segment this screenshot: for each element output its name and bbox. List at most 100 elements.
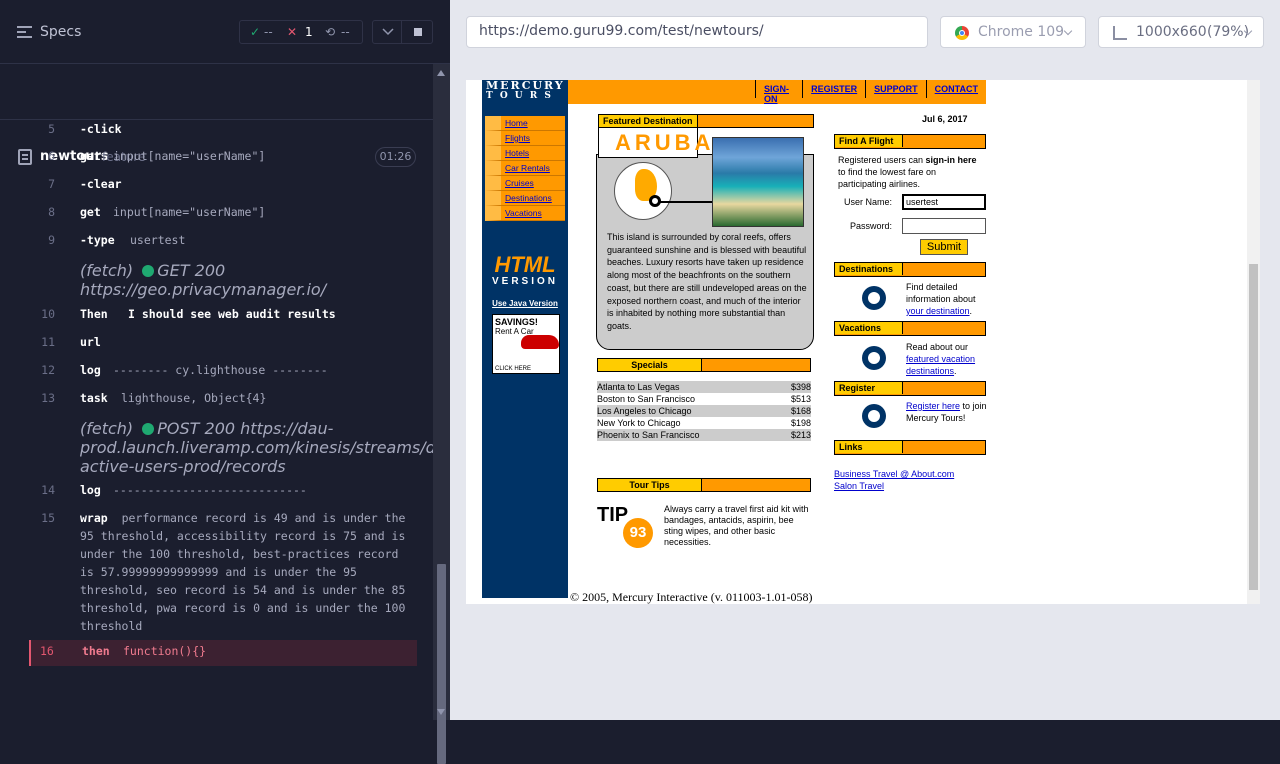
passed-count: -- — [264, 25, 273, 39]
viewport-selector[interactable]: 1000x660 (79%) — [1098, 16, 1264, 48]
savings-click: CLICK HERE — [495, 366, 532, 372]
fetch-log-row[interactable]: (fetch) GET 200 https://geo.privacymanag… — [80, 261, 415, 299]
side-link-flights[interactable]: Flights — [485, 131, 565, 146]
html-word: HTML — [494, 252, 556, 277]
scrollbar-thumb[interactable] — [437, 564, 446, 764]
stop-button[interactable] — [401, 20, 433, 44]
sun-icon — [862, 346, 886, 370]
tip-word: TIP — [597, 504, 629, 526]
find-text-b: sign-in here — [925, 155, 977, 165]
globe-icon — [614, 162, 672, 220]
specs-label[interactable]: Specs — [40, 24, 81, 40]
nav-register-link[interactable]: REGISTER — [802, 80, 865, 98]
route: Boston to San Francisco — [597, 394, 696, 404]
links-header: Links — [834, 440, 986, 455]
mercury-tours-page: MERCURY T O U R S SIGN-ON REGISTER SUPPO… — [482, 80, 987, 604]
username-label: User Name: — [844, 197, 893, 207]
command-arg: lighthouse, Object{4} — [121, 391, 267, 405]
java-version-link[interactable]: Use Java Version — [492, 299, 558, 308]
register-header: Register — [834, 381, 986, 396]
line-number: 16 — [40, 644, 54, 658]
url-field[interactable]: https://demo.guru99.com/test/newtours/ — [466, 16, 928, 48]
command-name: -click — [80, 122, 122, 136]
page-date: Jul 6, 2017 — [922, 114, 968, 124]
destinations-link[interactable]: your destination — [906, 306, 970, 316]
app-preview-panel: https://demo.guru99.com/test/newtours/ C… — [450, 0, 1280, 720]
side-link-car-rentals[interactable]: Car Rentals — [485, 161, 565, 176]
side-link-cruises[interactable]: Cruises — [485, 176, 565, 191]
command-arg: ---------------------------- — [113, 483, 307, 497]
specials-table: Atlanta to Las Vegas $398 Boston to San F… — [597, 381, 811, 441]
application-frame: MERCURY T O U R S SIGN-ON REGISTER SUPPO… — [466, 80, 1260, 604]
line-number: 7 — [48, 177, 55, 191]
viewport-zoom: (79%) — [1207, 24, 1250, 40]
browser-selector[interactable]: Chrome 109 — [940, 16, 1086, 48]
fetch-url: https://dau-prod.launch.liveramp.com/kin… — [80, 419, 433, 476]
price: $398 — [790, 382, 811, 392]
scroll-up-icon[interactable] — [437, 70, 445, 76]
password-label: Password: — [850, 221, 893, 231]
salon-travel-link[interactable]: Salon Travel — [834, 480, 884, 492]
price: $198 — [790, 418, 811, 428]
destinations-title: Destinations — [835, 263, 903, 275]
scroll-down-icon[interactable] — [437, 709, 445, 715]
route: Los Angeles to Chicago — [597, 406, 692, 416]
line-number: 9 — [48, 233, 55, 247]
globe-icon — [862, 286, 886, 310]
fetch-status: POST 200 — [157, 419, 236, 438]
find-title: Find A Flight — [835, 135, 903, 147]
stop-icon — [414, 28, 422, 36]
nav-support-link[interactable]: SUPPORT — [865, 80, 926, 98]
browser-label: Chrome 109 — [978, 24, 1065, 40]
password-input[interactable] — [902, 218, 986, 234]
nav-contact-link[interactable]: CONTACT — [925, 80, 986, 98]
wrap-command-text: wrap performance record is 49 and is und… — [80, 509, 415, 635]
chevron-down-icon — [1063, 26, 1073, 36]
find-flight-text: Registered users can sign-in here to fin… — [838, 154, 986, 190]
side-link-hotels[interactable]: Hotels — [485, 146, 565, 161]
destinations-text: Find detailed information about your des… — [906, 282, 976, 316]
command-list: 5 -click 6 get input[name="userName"] 7 … — [0, 120, 433, 680]
side-link-home[interactable]: Home — [485, 116, 565, 131]
table-row: Boston to San Francisco $513 — [597, 393, 811, 405]
register-link[interactable]: Register here — [906, 401, 960, 411]
nav-sign-on-link[interactable]: SIGN-ON — [755, 80, 802, 104]
command-name: wrap — [80, 511, 108, 525]
specials-header: Specials — [597, 358, 811, 372]
featured-title: Featured Destination — [599, 115, 698, 127]
tour-tips-header: Tour Tips — [597, 478, 811, 492]
command-name: get — [80, 149, 101, 163]
top-nav: SIGN-ON REGISTER SUPPORT CONTACT — [568, 80, 986, 104]
business-travel-link[interactable]: Business Travel @ About.com — [834, 468, 954, 480]
submit-button[interactable]: Submit — [920, 239, 968, 255]
fetch-log-row[interactable]: (fetch) POST 200 https://dau-prod.launch… — [80, 419, 433, 476]
page-scrollbar[interactable] — [1247, 80, 1260, 604]
side-link-vacations[interactable]: Vacations — [485, 206, 565, 221]
savings-ad[interactable]: SAVINGS! Rent A Car CLICK HERE — [492, 314, 560, 374]
featured-name: ARUBA — [598, 128, 710, 158]
line-number: 12 — [41, 363, 55, 377]
side-nav: Home Flights Hotels Car Rentals Cruises … — [485, 116, 565, 221]
username-input[interactable]: usertest — [902, 194, 986, 210]
fetch-status: GET 200 — [157, 261, 226, 280]
failed-icon: ✕ — [287, 25, 298, 39]
html-version-badge: HTML VERSION Use Java Version — [488, 254, 562, 315]
runner-header: Specs ✓ -- ✕ 1 ⟲ -- — [0, 0, 450, 64]
expand-button[interactable] — [372, 20, 402, 44]
beach-photo — [712, 137, 804, 227]
specs-list-icon[interactable] — [17, 26, 32, 40]
command-log-scrollbar[interactable] — [433, 64, 450, 764]
register-title: Register — [835, 382, 903, 394]
command-name: get — [80, 205, 101, 219]
side-link-destinations[interactable]: Destinations — [485, 191, 565, 206]
command-name: task — [80, 391, 108, 405]
savings-title: SAVINGS! — [495, 317, 538, 327]
tips-title: Tour Tips — [598, 479, 702, 491]
vacations-link[interactable]: featured vacation destinations — [906, 354, 975, 376]
passed-icon: ✓ — [250, 25, 261, 39]
viewport-size: 1000x660 — [1136, 24, 1207, 40]
pointer-line — [658, 201, 712, 203]
price: $513 — [790, 394, 811, 404]
failed-command-row[interactable]: 16 then function(){} — [29, 640, 417, 666]
scrollbar-thumb[interactable] — [1249, 264, 1258, 590]
